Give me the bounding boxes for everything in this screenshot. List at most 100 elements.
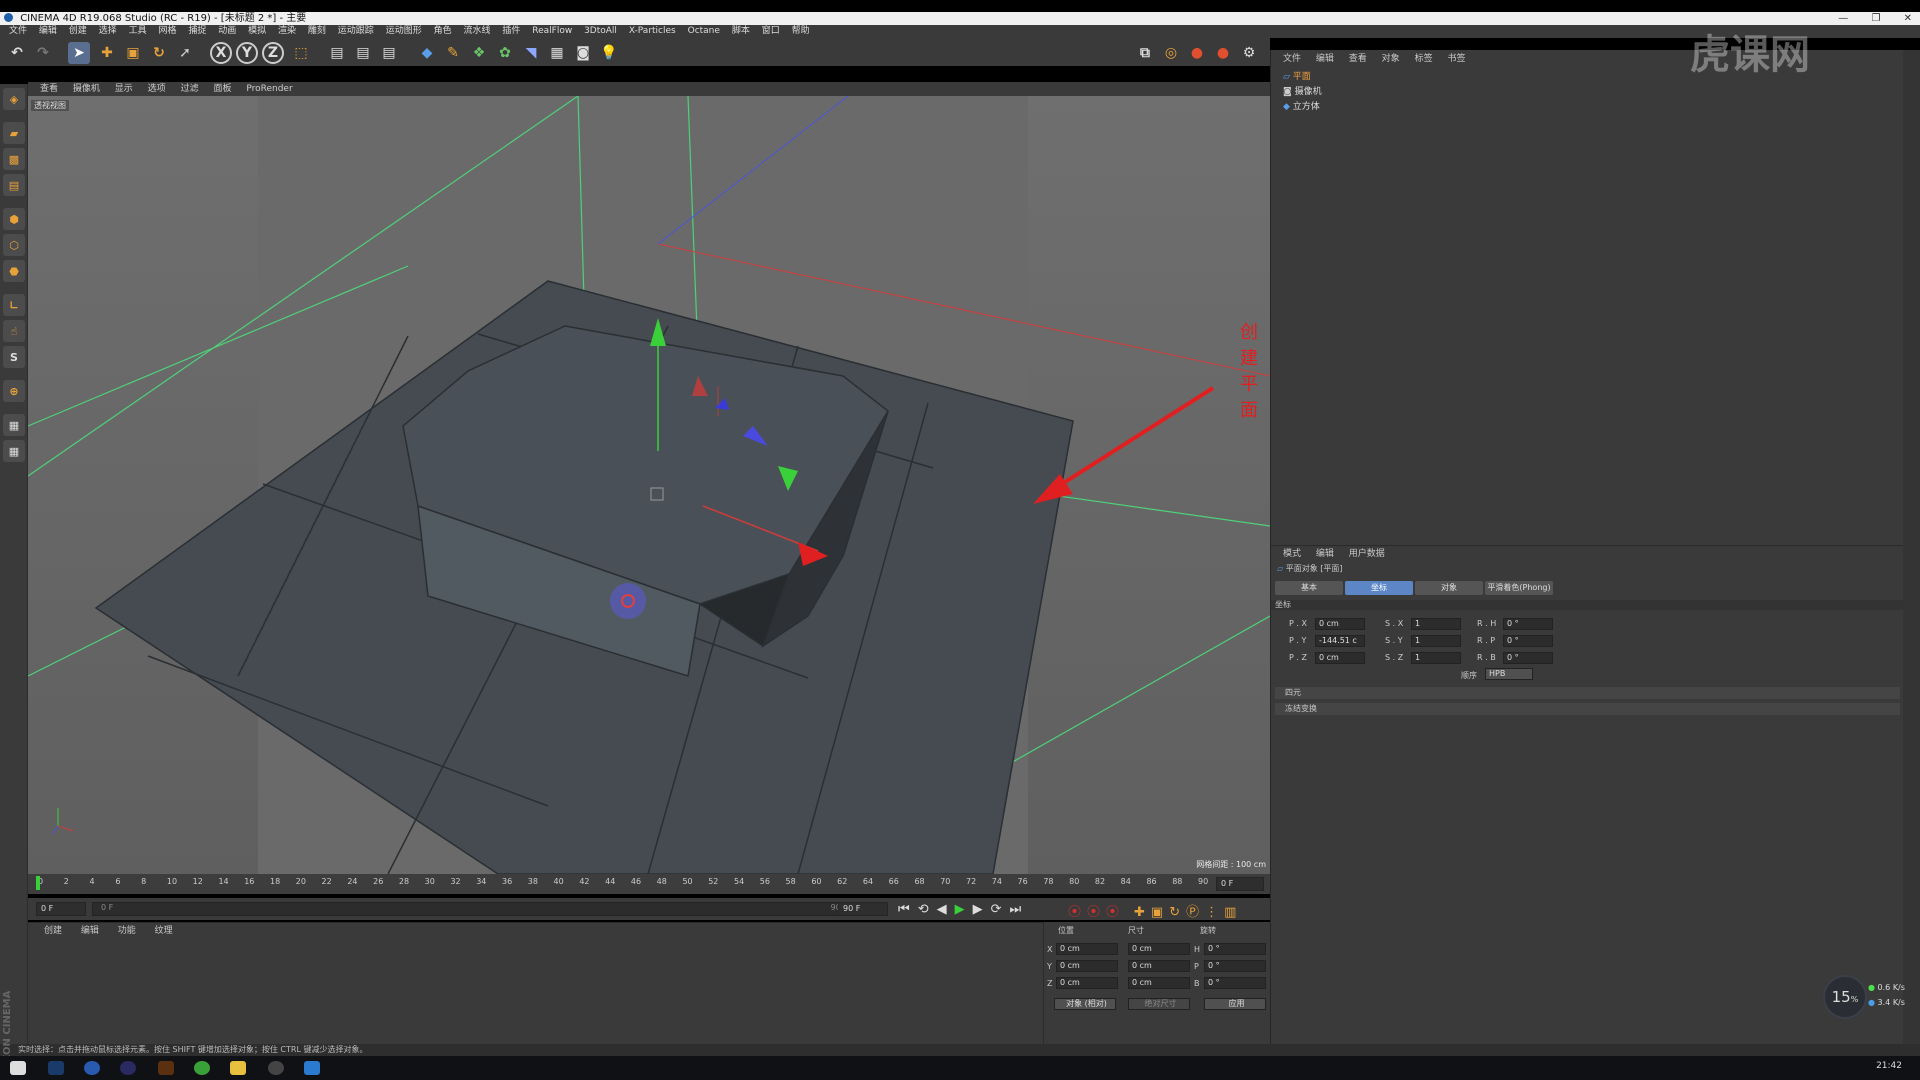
illustrator-icon[interactable] (158, 1061, 174, 1075)
edges-mode-icon[interactable]: ⬡ (3, 234, 25, 256)
attr-rb-field[interactable]: 0 ° (1503, 652, 1553, 664)
frame-range-slider[interactable]: 0 F 90 F (92, 902, 857, 916)
menu-motion-tracking[interactable]: 运动跟踪 (338, 26, 374, 36)
attr-px-field[interactable]: 0 cm (1315, 618, 1365, 630)
z-axis-lock-icon[interactable]: Z (262, 42, 284, 64)
object-item-camera[interactable]: ◙ 摄像机 (1283, 85, 1322, 99)
rotate-icon[interactable]: ↻ (148, 42, 170, 64)
close-button[interactable]: ✕ (1904, 13, 1912, 24)
minimize-button[interactable]: — (1838, 13, 1848, 24)
app-icon[interactable] (304, 1061, 320, 1075)
object-item-plane[interactable]: ▱ 平面 (1283, 70, 1311, 84)
menu-3dtoall[interactable]: 3DtoAll (584, 26, 617, 36)
prev-key-icon[interactable]: ⟲ (918, 902, 937, 917)
rotation-order-select[interactable]: HPB (1485, 668, 1533, 680)
workplane-mode-icon[interactable]: ▤ (3, 174, 25, 196)
coord-rot-h-field[interactable]: 0 ° (1204, 943, 1266, 955)
objects-menu-objects[interactable]: 对象 (1382, 54, 1400, 64)
recent-tool-icon[interactable]: ➚ (174, 42, 196, 64)
material-menu-edit[interactable]: 编辑 (81, 926, 99, 936)
timeline-playhead[interactable] (36, 876, 40, 890)
menu-realflow[interactable]: RealFlow (532, 26, 572, 36)
windows-start-icon[interactable] (10, 1061, 26, 1075)
layout-icon[interactable]: ⧉ (1134, 42, 1156, 64)
snap-icon[interactable]: ◎ (1160, 42, 1182, 64)
material-menu-function[interactable]: 功能 (118, 926, 136, 936)
material-menu-texture[interactable]: 纹理 (155, 926, 173, 936)
render-view-icon[interactable]: ▤ (326, 42, 348, 64)
browser-icon[interactable] (84, 1061, 100, 1075)
floor-icon[interactable]: ▦ (546, 42, 568, 64)
play-icon[interactable]: ▶ (955, 902, 973, 917)
menu-xparticles[interactable]: X-Particles (629, 26, 676, 36)
viewport-menu-cameras[interactable]: 摄像机 (73, 84, 100, 94)
live-select-icon[interactable]: ➤ (68, 42, 90, 64)
objects-menu-bookmarks[interactable]: 书签 (1447, 54, 1465, 64)
menu-create[interactable]: 创建 (69, 26, 87, 36)
object-item-cube[interactable]: ◆ 立方体 (1283, 100, 1320, 114)
wechat-icon[interactable] (194, 1061, 210, 1075)
timeline[interactable]: 0 2 4 6 8 10 12 14 16 18 20 22 24 26 28 30 32 34 36 38 40 42 4… (28, 874, 1270, 894)
go-to-end-icon[interactable]: ⏭ (1010, 902, 1030, 917)
menu-pipeline[interactable]: 流水线 (463, 26, 490, 36)
menu-file[interactable]: 文件 (9, 26, 27, 36)
photoshop-icon[interactable] (48, 1061, 64, 1075)
coord-rot-b-field[interactable]: 0 ° (1204, 977, 1266, 989)
menu-help[interactable]: 帮助 (792, 26, 810, 36)
auto-keyframe-icon[interactable]: ⦿ (1087, 905, 1106, 920)
tab-coordinates[interactable]: 坐标 (1345, 581, 1413, 595)
y-axis-lock-icon[interactable]: Y (236, 42, 258, 64)
tab-phong[interactable]: 平滑着色(Phong) (1485, 581, 1553, 595)
attr-sy-field[interactable]: 1 (1411, 635, 1461, 647)
move-icon[interactable]: ✚ (96, 42, 118, 64)
key-pla-icon[interactable]: ⋮ (1205, 905, 1224, 920)
snapping-icon[interactable]: ⊕ (3, 380, 25, 402)
menu-render[interactable]: 渲染 (278, 26, 296, 36)
menu-character[interactable]: 角色 (434, 26, 452, 36)
menu-mograph[interactable]: 运动图形 (386, 26, 422, 36)
viewport-menu-panel[interactable]: 面板 (213, 84, 231, 94)
file-explorer-icon[interactable] (230, 1061, 246, 1075)
octane-settings-icon[interactable]: ⚙ (1238, 42, 1260, 64)
model-mode-icon[interactable]: ▰ (3, 122, 25, 144)
timeline-end-field[interactable]: 0 F (1216, 877, 1264, 891)
coord-size-y-field[interactable]: 0 cm (1128, 960, 1190, 972)
attributes-menu-mode[interactable]: 模式 (1283, 549, 1301, 559)
viewport-menu-options[interactable]: 选项 (148, 84, 166, 94)
timeline-window-icon[interactable]: ▥ (1224, 905, 1242, 920)
menu-tools[interactable]: 工具 (129, 26, 147, 36)
cinema4d-taskbar-icon[interactable] (120, 1061, 136, 1075)
attributes-menu-userdata[interactable]: 用户数据 (1349, 549, 1385, 559)
viewport-menu-filter[interactable]: 过滤 (181, 84, 199, 94)
camera-icon[interactable]: ◙ (572, 42, 594, 64)
key-param-icon[interactable]: Ⓟ (1186, 905, 1205, 920)
points-mode-icon[interactable]: ⬢ (3, 208, 25, 230)
menu-edit[interactable]: 编辑 (39, 26, 57, 36)
coord-pos-z-field[interactable]: 0 cm (1056, 977, 1118, 989)
objects-menu-edit[interactable]: 编辑 (1316, 54, 1334, 64)
menu-select[interactable]: 选择 (99, 26, 117, 36)
octane-icon[interactable]: ● (1186, 42, 1208, 64)
render-picture-viewer-icon[interactable]: ▤ (352, 42, 374, 64)
menu-plugins[interactable]: 插件 (502, 26, 520, 36)
key-scale-icon[interactable]: ▣ (1151, 905, 1169, 920)
menu-script[interactable]: 脚本 (732, 26, 750, 36)
objects-menu-view[interactable]: 查看 (1349, 54, 1367, 64)
subdivision-surface-icon[interactable]: ❖ (468, 42, 490, 64)
spline-pen-icon[interactable]: ✎ (442, 42, 464, 64)
planar-workplane-icon[interactable]: ▦ (3, 440, 25, 462)
coord-mode-select[interactable]: 对象 (相对) (1054, 998, 1116, 1010)
attr-sx-field[interactable]: 1 (1411, 618, 1461, 630)
viewport-menu-display[interactable]: 显示 (115, 84, 133, 94)
key-position-icon[interactable]: ✚ (1134, 905, 1151, 920)
x-axis-lock-icon[interactable]: X (210, 42, 232, 64)
next-key-icon[interactable]: ⟳ (991, 902, 1010, 917)
menu-octane[interactable]: Octane (688, 26, 720, 36)
attributes-menu-edit[interactable]: 编辑 (1316, 549, 1334, 559)
objects-menu-file[interactable]: 文件 (1283, 54, 1301, 64)
current-frame-field[interactable]: 0 F (36, 902, 86, 916)
attr-sz-field[interactable]: 1 (1411, 652, 1461, 664)
tweak-mode-icon[interactable]: ☝ (3, 320, 25, 342)
undo-icon[interactable]: ↶ (6, 42, 28, 64)
key-rotation-icon[interactable]: ↻ (1169, 905, 1186, 920)
